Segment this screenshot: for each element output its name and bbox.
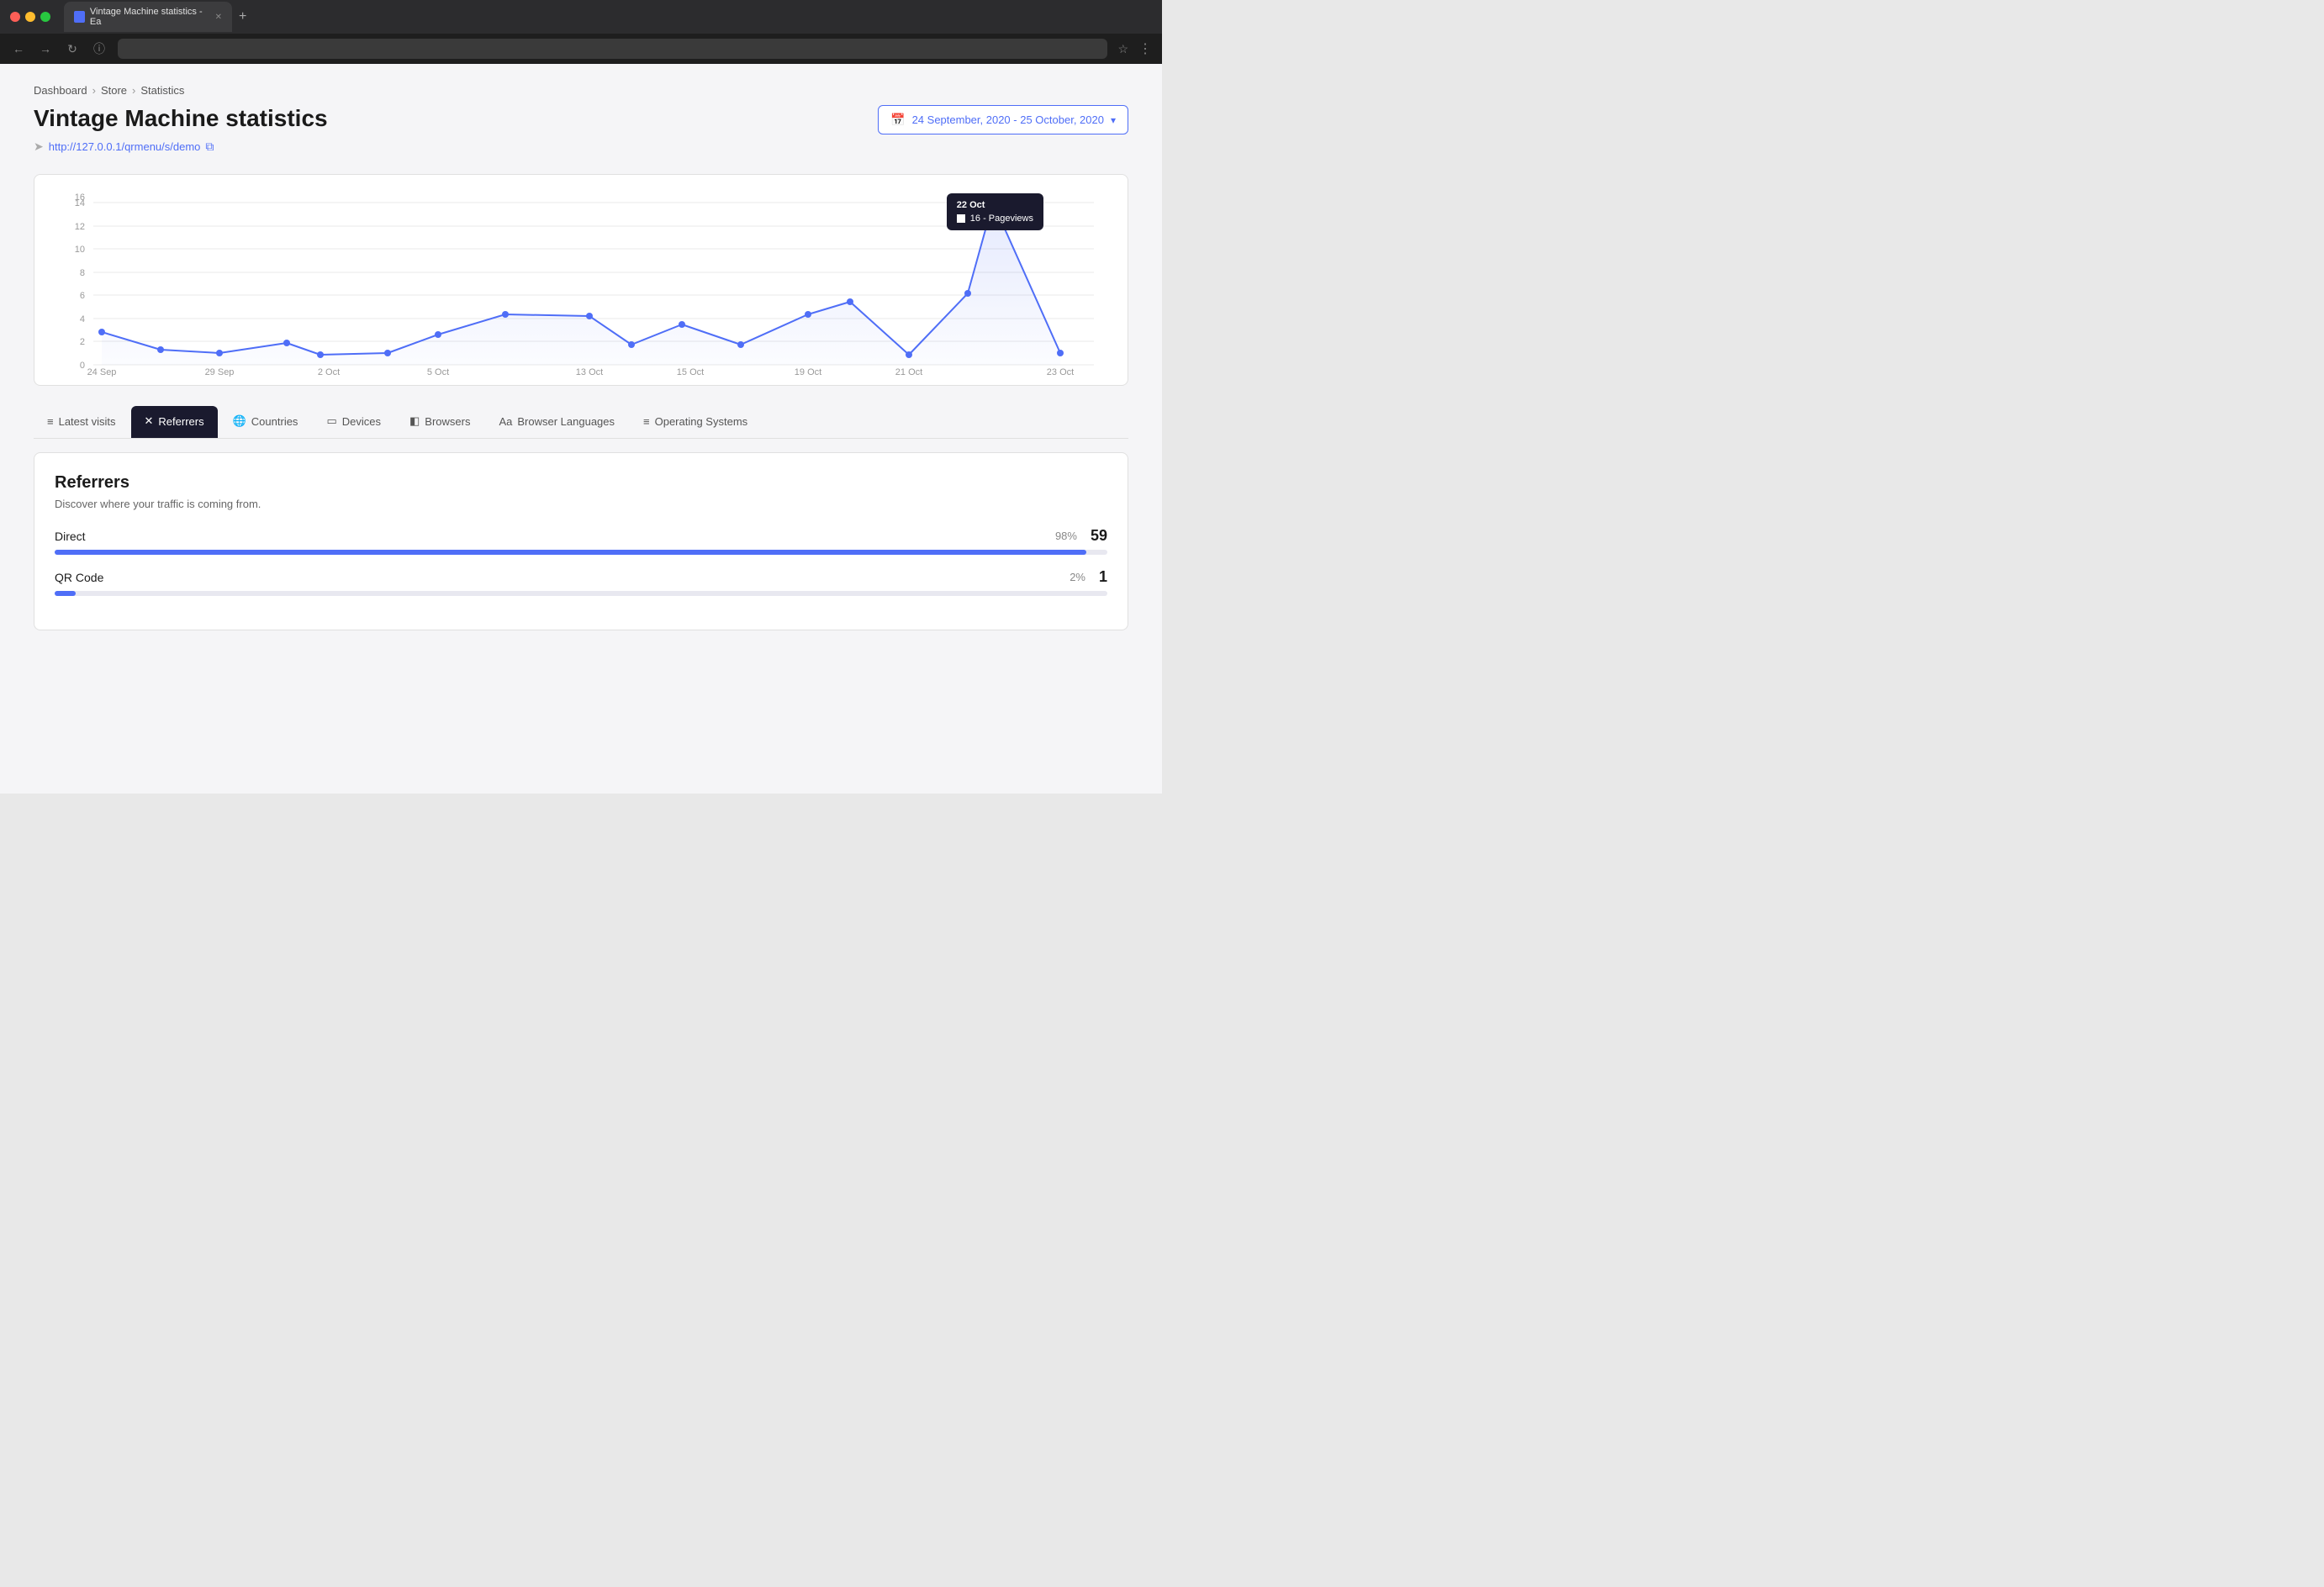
forward-button[interactable]: → (37, 42, 54, 55)
svg-text:16: 16 (75, 192, 85, 203)
referrer-header-0: Direct 98% 59 (55, 527, 1107, 545)
svg-text:0: 0 (80, 361, 85, 371)
svg-text:6: 6 (80, 291, 85, 301)
breadcrumb-statistics: Statistics (140, 84, 184, 97)
referrer-pct-1: 2% (1070, 571, 1085, 583)
svg-text:12: 12 (75, 222, 85, 232)
svg-text:2 Oct: 2 Oct (318, 367, 340, 377)
progress-bar-fill-0 (55, 550, 1086, 555)
date-range-picker[interactable]: 📅 24 September, 2020 - 25 October, 2020 … (878, 105, 1128, 134)
devices-icon: ▭ (326, 414, 336, 428)
operating-systems-icon: ≡ (643, 415, 650, 428)
chart-svg: 0 2 4 6 8 10 12 14 16 (51, 192, 1111, 377)
back-button[interactable]: ← (10, 42, 27, 55)
tab-referrers[interactable]: ✕ Referrers (131, 406, 218, 438)
progress-bar-bg-1 (55, 591, 1107, 596)
tab-countries-label: Countries (251, 415, 298, 428)
reload-button[interactable]: ↻ (64, 42, 81, 56)
tab-devices-label: Devices (342, 415, 381, 428)
tab-devices[interactable]: ▭ Devices (313, 406, 394, 438)
date-range-label: 24 September, 2020 - 25 October, 2020 (912, 113, 1104, 126)
svg-text:13 Oct: 13 Oct (576, 367, 603, 377)
svg-text:2: 2 (80, 337, 85, 347)
active-tab[interactable]: Vintage Machine statistics - Ea ✕ (64, 2, 232, 32)
tab-browser-languages[interactable]: Aa Browser Languages (485, 407, 628, 438)
tab-latest-visits[interactable]: ≡ Latest visits (34, 407, 129, 438)
close-button[interactable] (10, 12, 20, 22)
svg-text:4: 4 (80, 314, 85, 324)
chevron-down-icon: ▾ (1111, 114, 1116, 126)
url-arrow-icon: ➤ (34, 140, 44, 154)
breadcrumb-dashboard[interactable]: Dashboard (34, 84, 87, 97)
minimize-button[interactable] (25, 12, 35, 22)
countries-icon: 🌐 (233, 414, 246, 428)
breadcrumb-sep-1: › (92, 84, 96, 97)
copy-icon[interactable]: ⧉ (205, 140, 214, 154)
tab-referrers-label: Referrers (158, 415, 203, 428)
browser-menu-button[interactable]: ⋮ (1138, 40, 1152, 57)
tab-favicon (74, 11, 85, 23)
tab-bar: Vintage Machine statistics - Ea ✕ + (64, 2, 1152, 32)
address-input[interactable] (118, 39, 1107, 59)
page-url-link[interactable]: http://127.0.0.1/qrmenu/s/demo (49, 140, 201, 153)
tab-close-button[interactable]: ✕ (215, 13, 222, 22)
tab-browsers-label: Browsers (425, 415, 470, 428)
browser-languages-icon: Aa (499, 415, 512, 428)
svg-text:29 Sep: 29 Sep (205, 367, 235, 377)
latest-visits-icon: ≡ (47, 415, 54, 428)
page-header: Vintage Machine statistics 📅 24 Septembe… (34, 105, 1128, 134)
svg-text:8: 8 (80, 268, 85, 278)
svg-text:24 Sep: 24 Sep (87, 367, 117, 377)
tab-browser-languages-label: Browser Languages (517, 415, 615, 428)
breadcrumb-sep-2: › (132, 84, 135, 97)
address-bar-row: ← → ↻ ⓘ ☆ ⋮ (0, 34, 1162, 64)
referrer-header-1: QR Code 2% 1 (55, 568, 1107, 586)
page-url-row: ➤ http://127.0.0.1/qrmenu/s/demo ⧉ (34, 140, 1128, 154)
referrer-stats-0: 98% 59 (1055, 527, 1107, 545)
tabs-row: ≡ Latest visits ✕ Referrers 🌐 Countries … (34, 406, 1128, 439)
svg-text:10: 10 (75, 245, 85, 255)
page-content: Dashboard › Store › Statistics Vintage M… (0, 64, 1162, 794)
referrer-row: Direct 98% 59 (55, 527, 1107, 555)
referrer-count-1: 1 (1099, 568, 1107, 586)
referrer-count-0: 59 (1091, 527, 1107, 545)
info-button[interactable]: ⓘ (91, 40, 108, 57)
browsers-icon: ◧ (409, 414, 420, 428)
traffic-lights (10, 12, 50, 22)
page-title: Vintage Machine statistics (34, 105, 328, 132)
bookmark-button[interactable]: ☆ (1117, 42, 1128, 56)
svg-text:15 Oct: 15 Oct (677, 367, 704, 377)
referrer-stats-1: 2% 1 (1070, 568, 1107, 586)
breadcrumb-store[interactable]: Store (101, 84, 127, 97)
tab-operating-systems[interactable]: ≡ Operating Systems (630, 407, 761, 438)
tab-browsers[interactable]: ◧ Browsers (396, 406, 483, 438)
maximize-button[interactable] (40, 12, 50, 22)
panel-title: Referrers (55, 473, 1107, 493)
panel-subtitle: Discover where your traffic is coming fr… (55, 498, 1107, 510)
content-panel: Referrers Discover where your traffic is… (34, 452, 1128, 630)
calendar-icon: 📅 (890, 113, 905, 127)
referrer-pct-0: 98% (1055, 530, 1077, 542)
svg-text:21 Oct: 21 Oct (895, 367, 922, 377)
tab-title: Vintage Machine statistics - Ea (90, 7, 207, 27)
svg-text:5 Oct: 5 Oct (427, 367, 449, 377)
browser-chrome: Vintage Machine statistics - Ea ✕ + (0, 0, 1162, 34)
chart-container: 0 2 4 6 8 10 12 14 16 (34, 174, 1128, 386)
referrers-icon: ✕ (145, 414, 154, 428)
referrer-row: QR Code 2% 1 (55, 568, 1107, 596)
tab-operating-systems-label: Operating Systems (655, 415, 748, 428)
referrer-name-1: QR Code (55, 571, 103, 584)
breadcrumb: Dashboard › Store › Statistics (34, 84, 1128, 97)
tab-latest-visits-label: Latest visits (59, 415, 116, 428)
referrer-list: Direct 98% 59 QR Code 2% 1 (55, 527, 1107, 596)
referrer-name-0: Direct (55, 530, 86, 543)
new-tab-button[interactable]: + (239, 9, 246, 24)
svg-text:23 Oct: 23 Oct (1047, 367, 1074, 377)
tab-countries[interactable]: 🌐 Countries (219, 406, 312, 438)
progress-bar-fill-1 (55, 591, 76, 596)
svg-text:19 Oct: 19 Oct (795, 367, 821, 377)
chart-area: 0 2 4 6 8 10 12 14 16 (51, 192, 1111, 377)
progress-bar-bg-0 (55, 550, 1107, 555)
